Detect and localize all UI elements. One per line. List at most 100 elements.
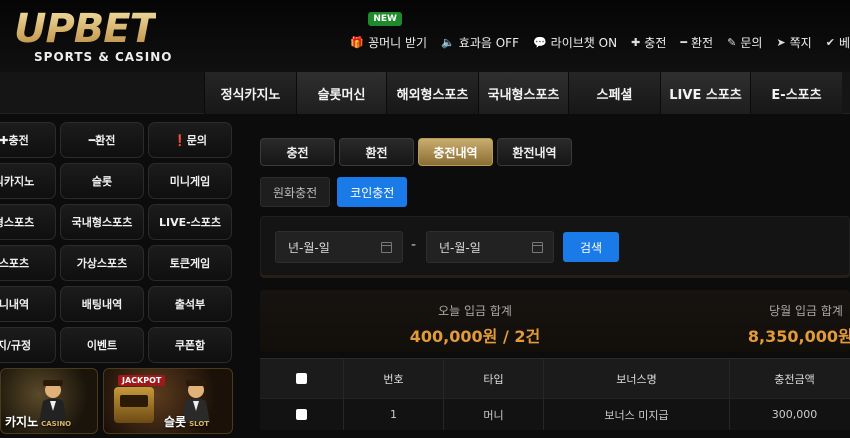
quick-withdraw-button[interactable]: ━환전: [60, 122, 144, 158]
speaker-icon: 🔈: [441, 36, 455, 49]
menu-overseas-sports[interactable]: 해외형스포츠: [386, 72, 478, 114]
quick-virtual-sports-button[interactable]: 가상스포츠: [60, 245, 144, 281]
subtab-coin-deposit[interactable]: 코인충전: [337, 177, 408, 207]
main-menu: 정식카지노 슬롯머신 해외형스포츠 국내형스포츠 스페셜 LIVE 스포츠 E-…: [204, 72, 842, 114]
menu-live-casino[interactable]: 정식카지노: [204, 72, 296, 114]
topnav-label: 라이브챗 ON: [550, 36, 618, 50]
menu-esports[interactable]: E-스포츠: [750, 72, 842, 114]
quick-deposit-button[interactable]: ✚충전: [0, 122, 56, 158]
topnav-inquiry[interactable]: ✎ 문의: [727, 34, 762, 51]
topnav-betting[interactable]: ✔ 베: [826, 34, 850, 51]
topnav-sound-toggle[interactable]: 🔈 효과음 OFF: [441, 34, 519, 51]
check-icon: ✔: [825, 36, 835, 49]
today-summary-label: 오늘 입금 합계: [438, 304, 512, 318]
calendar-icon[interactable]: [532, 241, 543, 253]
topnav-free-money[interactable]: NEW 🎁 꽁머니 받기: [350, 12, 428, 51]
top-nav: NEW 🎁 꽁머니 받기 🔈 효과음 OFF 💬 라이브챗 ON ✚ 충전 ━ …: [350, 12, 850, 51]
quick-rules-button[interactable]: 지/규정: [0, 327, 56, 363]
select-all-checkbox[interactable]: [296, 373, 307, 384]
date-to-value: 년-월-일: [439, 240, 481, 255]
main-menu-bar: 정식카지노 슬롯머신 해외형스포츠 국내형스포츠 스페셜 LIVE 스포츠 E-…: [0, 72, 850, 114]
header-type: 타입: [444, 359, 544, 398]
slot-banner-label: 슬롯 SLOT: [164, 415, 210, 429]
jackpot-label: JACKPOT: [118, 375, 166, 386]
quick-token-game-button[interactable]: 토큰게임: [148, 245, 232, 281]
row-deposit-amount: 300,000: [730, 399, 850, 430]
topnav-label: 베: [838, 36, 850, 50]
row-number: 1: [344, 399, 444, 430]
edit-icon: ✎: [727, 36, 737, 49]
send-icon: ➤: [776, 36, 786, 49]
quick-domestic-sports-button[interactable]: 국내형스포츠: [60, 204, 144, 240]
gift-icon: 🎁: [350, 36, 365, 49]
date-to-field[interactable]: 년-월-일: [426, 231, 554, 263]
month-summary-label: 당월 입금 합계: [769, 304, 843, 318]
menu-domestic-sports[interactable]: 국내형스포츠: [478, 72, 568, 114]
logo-subtitle: SPORTS & CASINO: [34, 50, 173, 64]
row-select: [260, 399, 344, 430]
quick-overseas-sports-button[interactable]: 형스포츠: [0, 204, 56, 240]
topnav-label: 쪽지: [789, 36, 812, 50]
topnav-deposit[interactable]: ✚ 충전: [631, 34, 666, 51]
subtab-krw-deposit[interactable]: 원화충전: [260, 177, 331, 207]
deposit-history-table: 번호 타입 보너스명 충전금액 1 머니 보너스 미지급 300,000: [260, 358, 850, 430]
quick-slot-button[interactable]: 슬롯: [60, 163, 144, 199]
quick-casino-button[interactable]: 식카지노: [0, 163, 56, 199]
quick-coupon-button[interactable]: 쿠폰함: [148, 327, 232, 363]
topnav-messages[interactable]: ➤ 쪽지: [776, 34, 811, 51]
header: UPBET SPORTS & CASINO NEW 🎁 꽁머니 받기 🔈 효과음…: [0, 0, 850, 72]
topnav-withdraw[interactable]: ━ 환전: [680, 34, 713, 51]
header-select-all: [260, 359, 344, 398]
minus-icon: ━: [680, 36, 688, 49]
row-checkbox[interactable]: [296, 409, 307, 420]
menu-live-sports[interactable]: LIVE 스포츠: [660, 72, 750, 114]
casino-banner-label: 카지노 CASINO: [5, 415, 72, 429]
game-banners: 카지노 CASINO JACKPOT 슬롯 SLOT: [0, 368, 233, 434]
topnav-label: 환전: [691, 36, 714, 50]
topnav-label: 충전: [644, 36, 667, 50]
chat-icon: 💬: [532, 36, 547, 49]
plus-icon: ✚: [631, 36, 641, 49]
new-badge: NEW: [368, 12, 402, 26]
quick-event-button[interactable]: 이벤트: [60, 327, 144, 363]
search-button[interactable]: 검색: [563, 232, 619, 262]
quick-bet-history-button[interactable]: 배팅내역: [60, 286, 144, 322]
month-summary: 당월 입금 합계 8,350,000원 /: [736, 302, 850, 347]
quick-sports-button[interactable]: 스포츠: [0, 245, 56, 281]
topnav-label: 문의: [740, 36, 763, 50]
date-separator: -: [411, 237, 417, 253]
header-deposit-amount: 충전금액: [730, 359, 850, 398]
quick-attendance-button[interactable]: 출석부: [148, 286, 232, 322]
page: UPBET SPORTS & CASINO NEW 🎁 꽁머니 받기 🔈 효과음…: [0, 0, 850, 438]
today-summary-value: 400,000원 / 2건: [409, 327, 541, 346]
menu-slot[interactable]: 슬롯머신: [296, 72, 386, 114]
tab-deposit-history[interactable]: 충전내역: [418, 138, 493, 166]
quick-minigame-button[interactable]: 미니게임: [148, 163, 232, 199]
currency-subtabs: 원화충전 코인충전: [260, 177, 408, 207]
topnav-live-chat[interactable]: 💬 라이브챗 ON: [533, 34, 617, 51]
tab-withdraw-history[interactable]: 환전내역: [497, 138, 572, 166]
header-bonus-name: 보너스명: [544, 359, 730, 398]
menu-special[interactable]: 스페셜: [568, 72, 660, 114]
month-summary-value: 8,350,000원 /: [747, 327, 850, 346]
quick-live-sports-button[interactable]: LIVE-스포츠: [148, 204, 232, 240]
slot-banner[interactable]: JACKPOT 슬롯 SLOT: [103, 368, 233, 434]
date-from-value: 년-월-일: [288, 240, 330, 255]
quick-money-history-button[interactable]: 니내역: [0, 286, 56, 322]
casino-banner[interactable]: 카지노 CASINO: [0, 368, 98, 434]
quick-inquiry-button[interactable]: ❗문의: [148, 122, 232, 158]
money-tabs: 충전 환전 충전내역 환전내역: [260, 138, 572, 166]
tab-deposit[interactable]: 충전: [260, 138, 335, 166]
topnav-label: 꽁머니 받기: [368, 36, 428, 50]
calendar-icon[interactable]: [381, 241, 392, 253]
header-number: 번호: [344, 359, 444, 398]
date-from-field[interactable]: 년-월-일: [275, 231, 403, 263]
deposit-history-content: 충전 환전 충전내역 환전내역 원화충전 코인충전 년-월-일 - 년-월-일 …: [260, 122, 850, 438]
table-header: 번호 타입 보너스명 충전금액: [260, 358, 850, 398]
upbet-logo[interactable]: UPBET SPORTS & CASINO: [14, 6, 204, 66]
table-row[interactable]: 1 머니 보너스 미지급 300,000: [260, 398, 850, 430]
row-bonus-name: 보너스 미지급: [544, 399, 730, 430]
slot-machine-icon: [114, 387, 154, 423]
tab-withdraw[interactable]: 환전: [339, 138, 414, 166]
row-type: 머니: [444, 399, 544, 430]
